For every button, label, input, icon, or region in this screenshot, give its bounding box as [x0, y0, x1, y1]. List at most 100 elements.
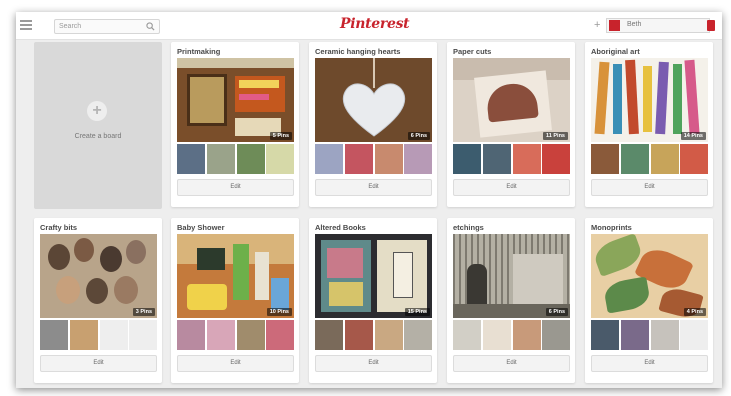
avatar [609, 20, 620, 31]
edit-board-button[interactable]: Edit [315, 355, 432, 372]
pin-count-badge: 11 Pins [543, 132, 568, 140]
thumbnail[interactable] [591, 320, 619, 350]
board-cover-image[interactable]: 3 Pins [40, 234, 157, 318]
thumbnail[interactable] [621, 144, 649, 174]
board-card[interactable]: Aboriginal art 14 Pins Edit [585, 42, 713, 207]
pin-count-badge: 3 Pins [132, 308, 155, 316]
thumbnail[interactable] [404, 320, 432, 350]
browser-frame: Search Pinterest + Beth + Create a board… [16, 12, 722, 388]
board-cover-image[interactable]: 14 Pins [591, 58, 708, 142]
board-card[interactable]: Monoprints 4 Pins Edit [585, 218, 713, 383]
edit-board-button[interactable]: Edit [177, 179, 294, 196]
board-thumbnails [177, 320, 294, 350]
board-cover-image[interactable]: 4 Pins [591, 234, 708, 318]
board-title[interactable]: Printmaking [177, 47, 220, 56]
pinterest-logo[interactable]: Pinterest [340, 16, 410, 32]
search-icon[interactable] [146, 22, 155, 31]
board-card[interactable]: Crafty bits 3 Pins Edit [34, 218, 162, 383]
thumbnail[interactable] [237, 144, 265, 174]
board-cover-image[interactable]: 11 Pins [453, 58, 570, 142]
notification-icon[interactable] [707, 20, 715, 31]
thumbnail[interactable] [453, 144, 481, 174]
board-cover-image[interactable]: 5 Pins [177, 58, 294, 142]
search-input[interactable]: Search [54, 19, 160, 34]
menu-icon[interactable] [20, 20, 32, 31]
thumbnail[interactable] [621, 320, 649, 350]
edit-board-button[interactable]: Edit [453, 355, 570, 372]
board-thumbnails [315, 144, 432, 174]
edit-board-button[interactable]: Edit [591, 179, 708, 196]
edit-board-button[interactable]: Edit [40, 355, 157, 372]
thumbnail[interactable] [266, 320, 294, 350]
thumbnail[interactable] [375, 320, 403, 350]
thumbnail[interactable] [237, 320, 265, 350]
thumbnail[interactable] [651, 144, 679, 174]
pin-count-badge: 15 Pins [404, 308, 430, 316]
thumbnail[interactable] [345, 144, 373, 174]
thumbnail [129, 320, 157, 350]
board-card[interactable]: Ceramic hanging hearts 6 Pins Edit [309, 42, 437, 207]
board-title[interactable]: Aboriginal art [591, 47, 640, 56]
board-title[interactable]: Monoprints [591, 223, 632, 232]
board-thumbnails [591, 144, 708, 174]
board-thumbnails [453, 144, 570, 174]
pin-count-badge: 14 Pins [680, 132, 706, 140]
thumbnail[interactable] [345, 320, 373, 350]
board-card[interactable]: Paper cuts 11 Pins Edit [447, 42, 575, 207]
board-cover-image[interactable]: 6 Pins [453, 234, 570, 318]
thumbnail[interactable] [680, 144, 708, 174]
thumbnail [100, 320, 128, 350]
thumbnail[interactable] [591, 144, 619, 174]
thumbnail[interactable] [207, 320, 235, 350]
plus-icon[interactable]: + [594, 20, 600, 31]
board-thumbnails [177, 144, 294, 174]
thumbnail[interactable] [404, 144, 432, 174]
board-card[interactable]: Baby Shower 10 Pins Edit [171, 218, 299, 383]
board-title[interactable]: Paper cuts [453, 47, 491, 56]
board-card[interactable]: etchings 6 Pins Edit [447, 218, 575, 383]
thumbnail[interactable] [542, 144, 570, 174]
create-board-label: Create a board [74, 133, 122, 140]
board-card[interactable]: Altered Books 15 Pins Edit [309, 218, 437, 383]
edit-board-button[interactable]: Edit [177, 355, 294, 372]
edit-board-button[interactable]: Edit [591, 355, 708, 372]
thumbnail[interactable] [40, 320, 68, 350]
thumbnail[interactable] [651, 320, 679, 350]
pin-count-badge: 10 Pins [266, 308, 292, 316]
board-cover-image[interactable]: 10 Pins [177, 234, 294, 318]
thumbnail[interactable] [315, 320, 343, 350]
add-board-icon: + [87, 101, 107, 121]
create-board-card[interactable]: + Create a board [34, 42, 162, 209]
thumbnail[interactable] [177, 320, 205, 350]
user-menu[interactable]: Beth [606, 18, 715, 33]
board-title[interactable]: etchings [453, 223, 484, 232]
search-placeholder: Search [59, 23, 82, 30]
thumbnail [680, 320, 708, 350]
thumbnail[interactable] [375, 144, 403, 174]
thumbnail[interactable] [542, 320, 570, 350]
thumbnail[interactable] [453, 320, 481, 350]
thumbnail[interactable] [177, 144, 205, 174]
thumbnail[interactable] [207, 144, 235, 174]
username: Beth [627, 21, 642, 28]
board-title[interactable]: Crafty bits [40, 223, 77, 232]
thumbnail[interactable] [483, 320, 511, 350]
board-title[interactable]: Baby Shower [177, 223, 225, 232]
board-thumbnails [40, 320, 157, 350]
board-title[interactable]: Ceramic hanging hearts [315, 47, 400, 56]
thumbnail[interactable] [266, 144, 294, 174]
thumbnail[interactable] [513, 144, 541, 174]
thumbnail[interactable] [513, 320, 541, 350]
thumbnail[interactable] [315, 144, 343, 174]
thumbnail[interactable] [70, 320, 98, 350]
board-thumbnails [591, 320, 708, 350]
board-title[interactable]: Altered Books [315, 223, 366, 232]
board-thumbnails [453, 320, 570, 350]
board-cover-image[interactable]: 15 Pins [315, 234, 432, 318]
board-thumbnails [315, 320, 432, 350]
edit-board-button[interactable]: Edit [453, 179, 570, 196]
board-card[interactable]: Printmaking 5 Pins Edit [171, 42, 299, 207]
edit-board-button[interactable]: Edit [315, 179, 432, 196]
board-cover-image[interactable]: 6 Pins [315, 58, 432, 142]
thumbnail[interactable] [483, 144, 511, 174]
